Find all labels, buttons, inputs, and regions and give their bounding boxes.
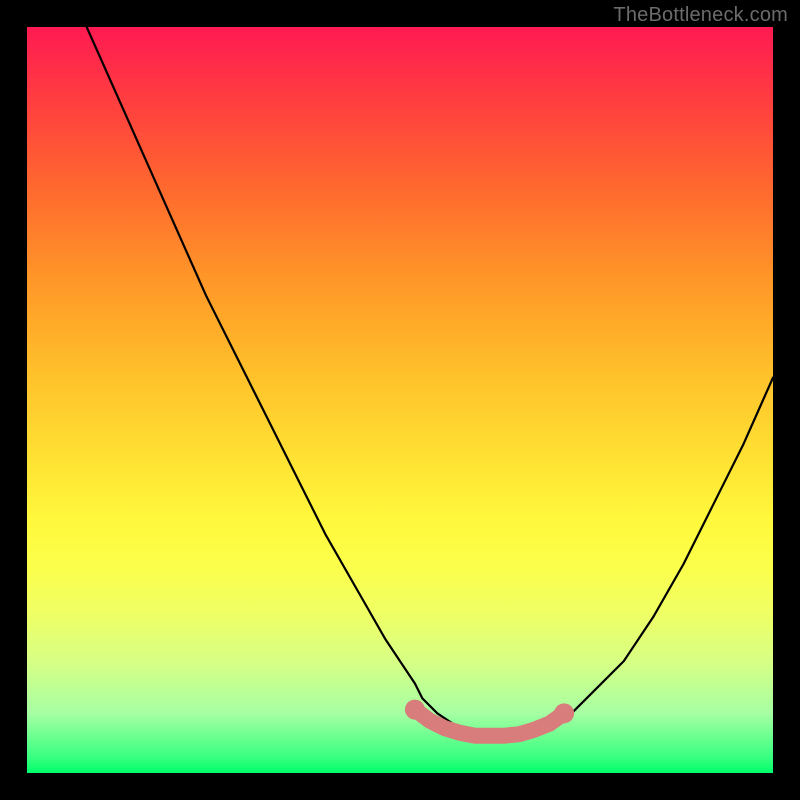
curve-line (87, 27, 773, 736)
plot-area (27, 27, 773, 773)
chart-frame: TheBottleneck.com (0, 0, 800, 800)
chart-svg (27, 27, 773, 773)
credit-label: TheBottleneck.com (613, 4, 788, 27)
